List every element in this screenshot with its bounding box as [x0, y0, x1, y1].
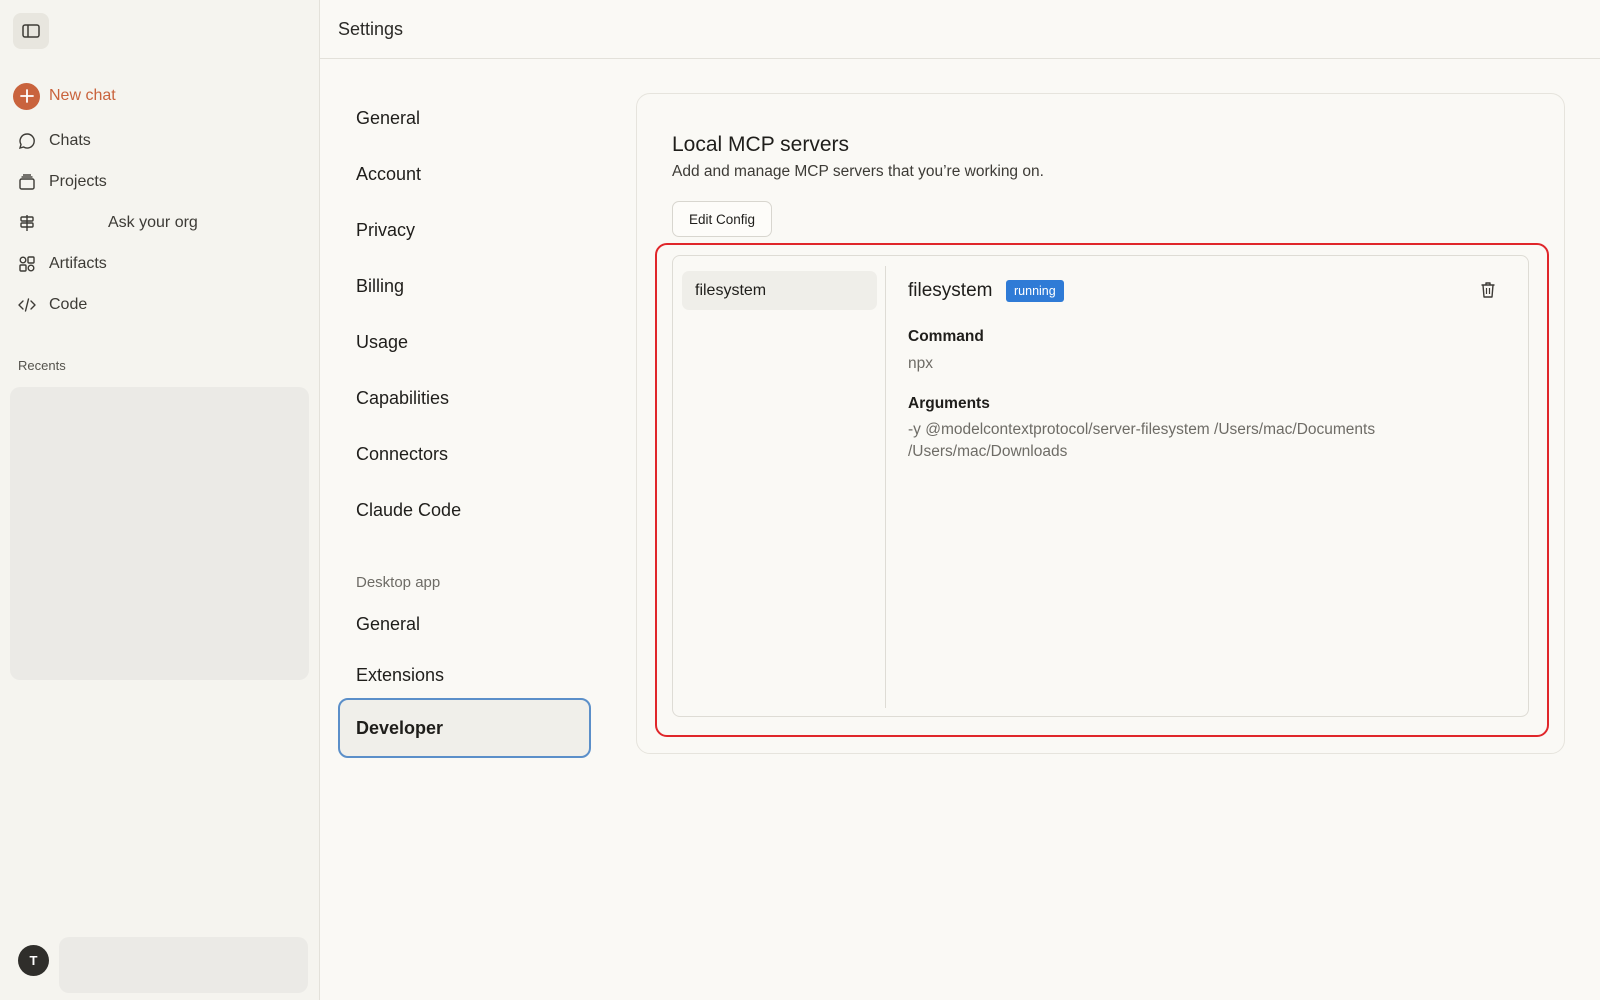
panel-title: Local MCP servers: [672, 133, 850, 156]
settings-nav-connectors[interactable]: Connectors: [356, 444, 448, 465]
folder-stack-icon: [16, 171, 38, 193]
settings-nav-general[interactable]: General: [356, 108, 420, 129]
panel-subtitle: Add and manage MCP servers that you’re w…: [672, 163, 1044, 180]
avatar[interactable]: T: [18, 945, 49, 976]
sidebar-item-chats[interactable]: Chats: [16, 125, 91, 157]
sidebar-panel-icon: [22, 24, 40, 38]
edit-config-button[interactable]: Edit Config: [672, 201, 772, 237]
sidebar-item-ask-your-org[interactable]: Ask your org: [16, 207, 198, 239]
signpost-icon: [16, 212, 38, 234]
sidebar-item-projects[interactable]: Projects: [16, 166, 107, 198]
sidebar-item-code[interactable]: Code: [16, 289, 87, 321]
settings-nav-developer[interactable]: Developer: [338, 698, 591, 758]
sidebar-item-label: Ask your org: [108, 214, 198, 231]
sidebar-item-label: Artifacts: [49, 255, 107, 272]
new-chat-label: New chat: [49, 87, 116, 104]
user-menu-button[interactable]: [59, 937, 308, 993]
page-title: Settings: [338, 19, 404, 39]
sidebar-item-label: Code: [49, 296, 88, 313]
settings-nav-claude-code[interactable]: Claude Code: [356, 500, 461, 521]
settings-nav-privacy[interactable]: Privacy: [356, 220, 415, 241]
highlight-box: [655, 243, 1549, 737]
settings-nav-billing[interactable]: Billing: [356, 276, 404, 297]
sidebar-item-label: Projects: [49, 173, 107, 190]
chat-bubble-icon: [16, 130, 38, 152]
recents-label: Recents: [18, 358, 66, 373]
settings-nav-capabilities[interactable]: Capabilities: [356, 388, 449, 409]
new-chat-button[interactable]: New chat: [13, 80, 116, 112]
settings-nav-extensions[interactable]: Extensions: [356, 665, 444, 686]
sidebar-item-label: Chats: [49, 132, 91, 149]
settings-nav-section-desktop: Desktop app: [356, 574, 441, 591]
recents-list: [10, 387, 309, 680]
plus-icon: [13, 82, 40, 110]
sidebar: New chat Chats Projects Ask your org Art…: [0, 0, 320, 1000]
code-brackets-icon: [16, 294, 38, 316]
sidebar-item-artifacts[interactable]: Artifacts: [16, 248, 107, 280]
header: Settings: [320, 0, 1600, 59]
settings-nav-usage[interactable]: Usage: [356, 332, 408, 353]
sidebar-toggle-button[interactable]: [13, 13, 49, 49]
settings-nav-account[interactable]: Account: [356, 164, 421, 185]
grid-shapes-icon: [16, 253, 38, 275]
settings-nav-desktop-general[interactable]: General: [356, 614, 420, 635]
